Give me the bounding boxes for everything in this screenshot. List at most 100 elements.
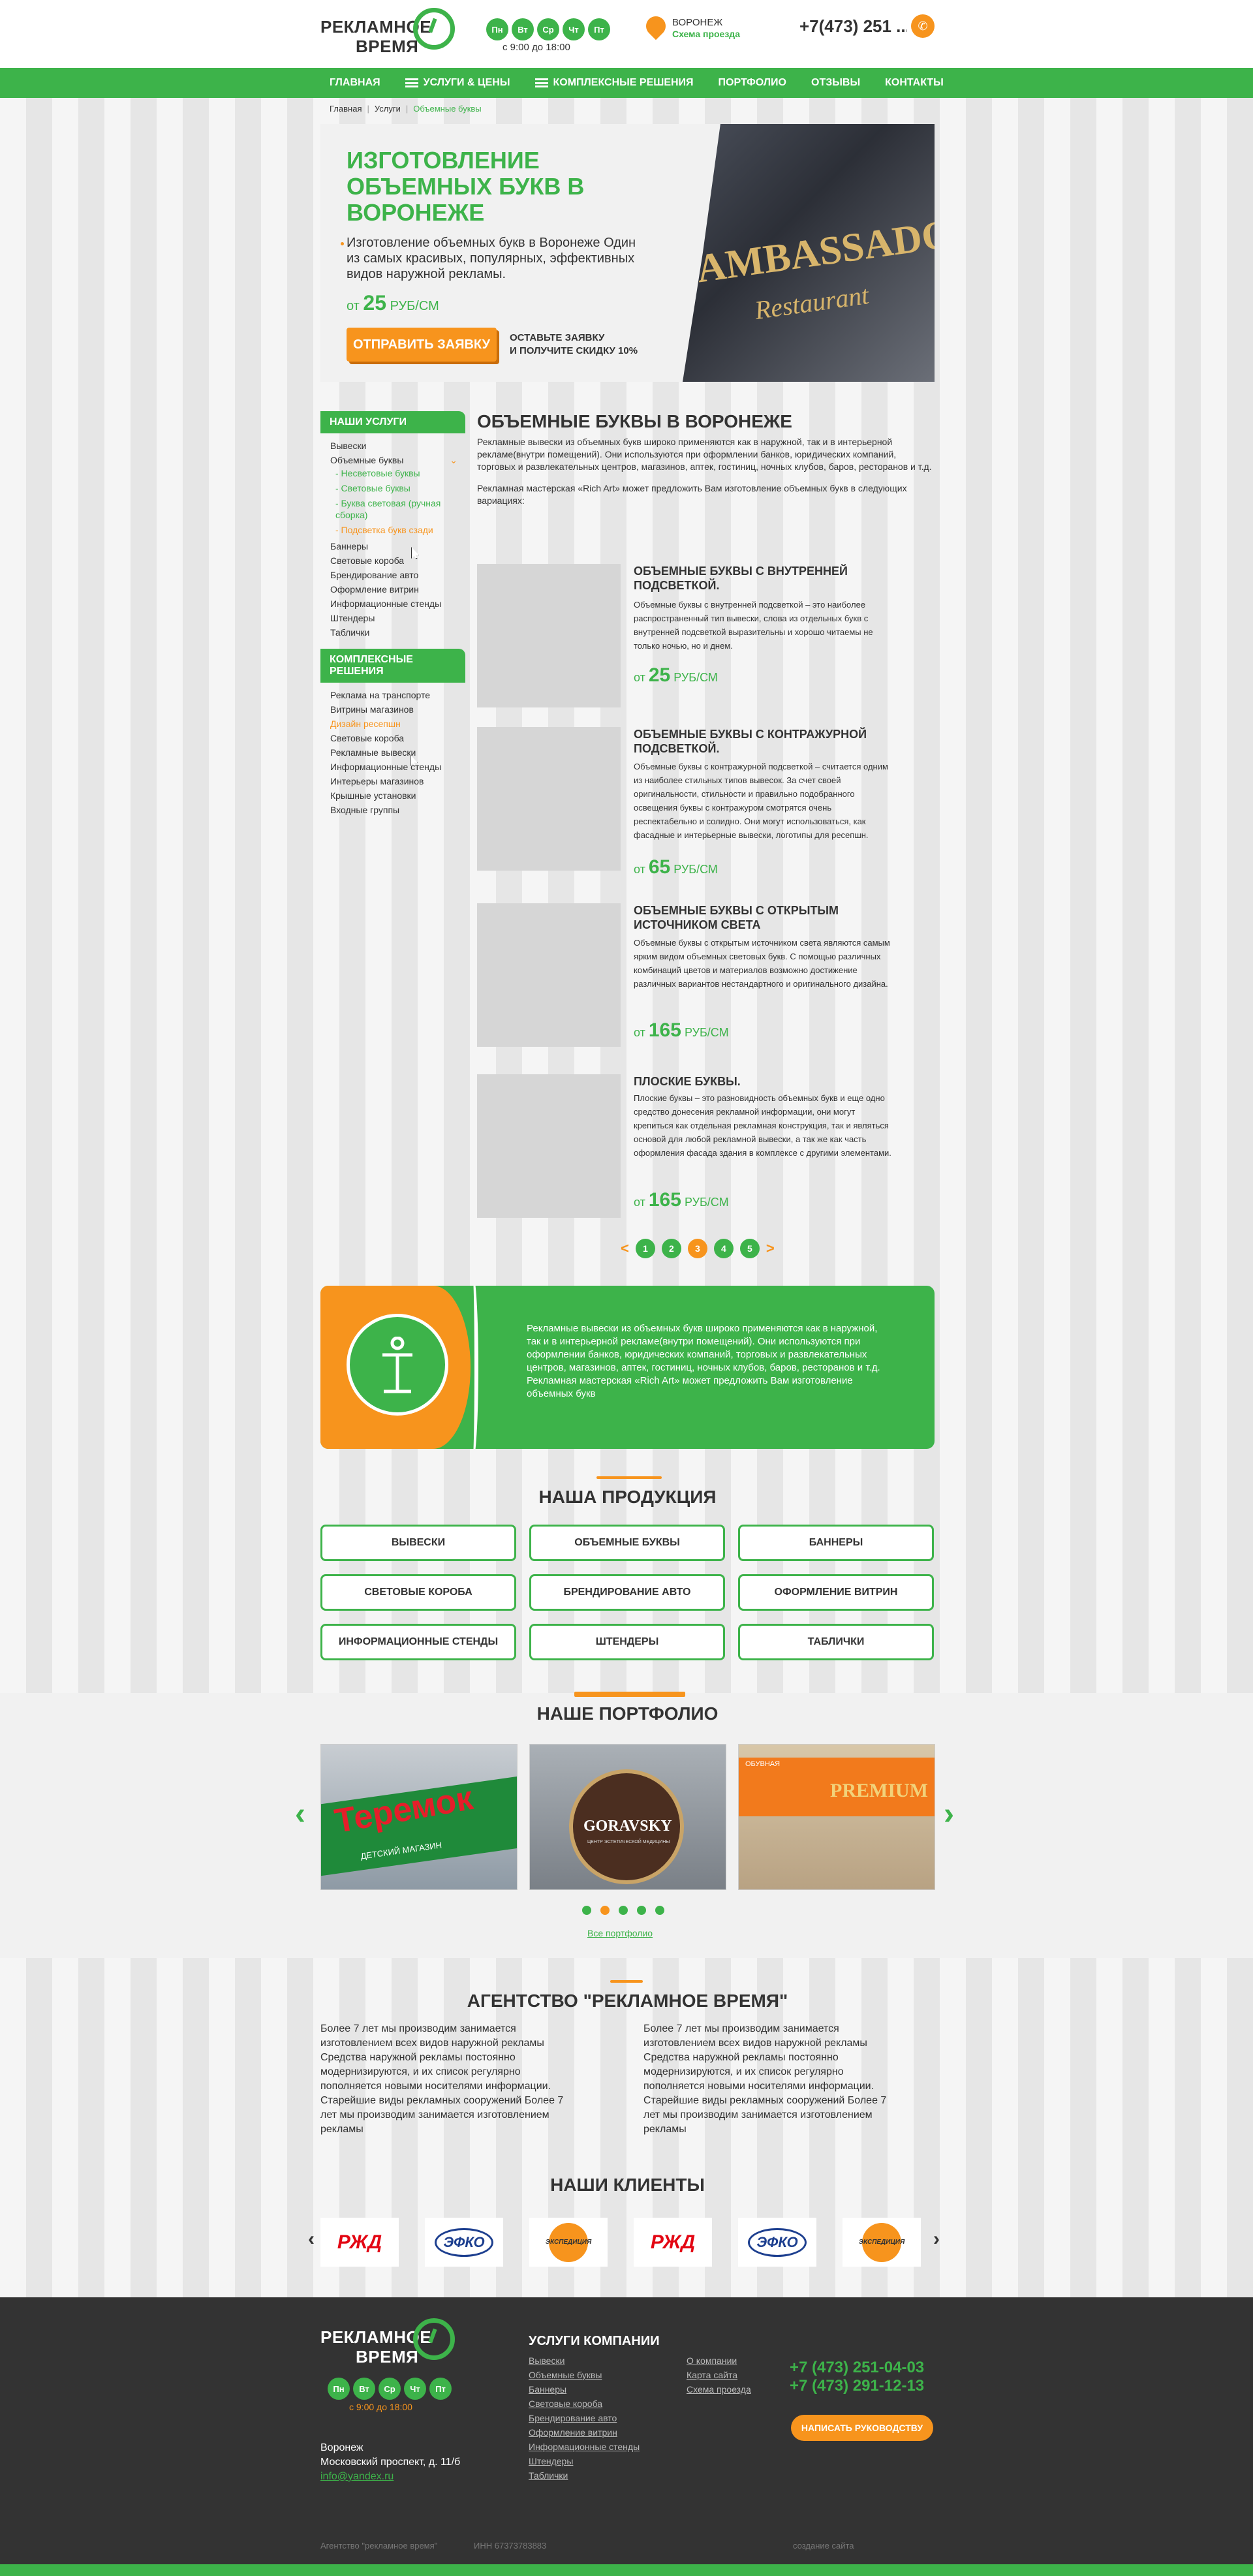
footer-link[interactable]: Штендеры: [529, 2454, 640, 2468]
nav-solutions[interactable]: КОМПЛЕКСНЫЕ РЕШЕНИЯ: [534, 77, 694, 89]
sidebar-services-title: НАШИ УСЛУГИ: [320, 411, 465, 433]
sidebar-item[interactable]: Световые короба: [330, 731, 465, 745]
product-button[interactable]: БРЕНДИРОВАНИЕ АВТО: [529, 1574, 725, 1611]
day-fri: Пт: [429, 2378, 452, 2400]
sidebar-item[interactable]: Информационные стенды: [330, 597, 465, 611]
product-button[interactable]: СВЕТОВЫЕ КОРОБА: [320, 1574, 516, 1611]
phone-icon[interactable]: ✆: [911, 14, 935, 38]
page-button[interactable]: 4: [713, 1239, 734, 1258]
pagination-prev[interactable]: <: [621, 1240, 629, 1257]
section-accent: [610, 1980, 643, 1983]
page-button-active[interactable]: 3: [687, 1239, 707, 1258]
product-price: от 65 РУБ/СМ: [634, 856, 718, 878]
portfolio-item[interactable]: GORAVSKY ЦЕНТР ЭСТЕТИЧЕСКОЙ МЕДИЦИНЫ: [529, 1744, 726, 1890]
carousel-dot[interactable]: [637, 1906, 646, 1915]
client-logo[interactable]: ЭКСПЕДИЦИЯ: [843, 2218, 921, 2267]
sidebar-item[interactable]: Входные группы: [330, 803, 465, 817]
carousel-dot[interactable]: [619, 1906, 628, 1915]
chevron-right-icon[interactable]: ›: [933, 2228, 940, 2250]
product-title: ОБЪЕМНЫЕ БУКВЫ С ОТКРЫТЫМ ИСТОЧНИКОМ СВЕ…: [634, 904, 839, 931]
cta-note: ОСТАВЬТЕ ЗАЯВКУ И ПОЛУЧИТЕ СКИДКУ 10%: [510, 332, 638, 358]
nav-reviews[interactable]: ОТЗЫВЫ: [811, 77, 860, 89]
carousel-dot[interactable]: [582, 1906, 591, 1915]
footer-phone[interactable]: +7 (473) 291-12-13: [790, 2377, 924, 2395]
footer-link[interactable]: Баннеры: [529, 2382, 640, 2397]
sidebar-item[interactable]: Вывески: [330, 439, 465, 453]
nav-services[interactable]: УСЛУГИ & ЦЕНЫ: [405, 77, 510, 89]
price-unit: РУБ/СМ: [684, 1196, 729, 1209]
product-image-placeholder: [477, 564, 621, 707]
price-value: 25: [363, 291, 386, 315]
footer-link[interactable]: О компании: [687, 2353, 751, 2368]
sidebar-item[interactable]: Оформление витрин: [330, 582, 465, 597]
footer-link[interactable]: Вывески: [529, 2353, 640, 2368]
sidebar-item[interactable]: Крышные установки: [330, 788, 465, 803]
logo[interactable]: РЕКЛАМНОЕ ВРЕМЯ: [320, 8, 471, 60]
product-button[interactable]: ВЫВЕСКИ: [320, 1525, 516, 1561]
client-logo[interactable]: РЖД: [634, 2218, 712, 2267]
sidebar-item[interactable]: Рекламные вывески: [330, 745, 465, 760]
pagination-next[interactable]: >: [766, 1240, 775, 1257]
price-from: от: [634, 863, 645, 876]
footer-dev-link[interactable]: создание сайта: [793, 2541, 854, 2551]
client-logo[interactable]: РЖД: [320, 2218, 399, 2267]
write-management-button[interactable]: НАПИСАТЬ РУКОВОДСТВУ: [791, 2415, 933, 2441]
sidebar-subitem[interactable]: - Буква световая (ручная сборка): [330, 497, 465, 521]
footer-logo[interactable]: РЕКЛАМНОЕ ВРЕМЯ: [320, 2318, 471, 2370]
sidebar-item[interactable]: Реклама на транспорте: [330, 688, 465, 702]
product-button[interactable]: БАННЕРЫ: [738, 1525, 934, 1561]
send-request-button[interactable]: ОТПРАВИТЬ ЗАЯВКУ: [347, 328, 497, 362]
client-logo[interactable]: ЭКСПЕДИЦИЯ: [529, 2218, 608, 2267]
main-nav: ГЛАВНАЯ УСЛУГИ & ЦЕНЫ КОМПЛЕКСНЫЕ РЕШЕНИ…: [0, 68, 1253, 98]
footer-link[interactable]: Схема проезда: [687, 2382, 751, 2397]
nav-portfolio[interactable]: ПОРТФОЛИО: [719, 77, 786, 89]
footer-link[interactable]: Брендирование авто: [529, 2411, 640, 2425]
footer-link[interactable]: Оформление витрин: [529, 2425, 640, 2440]
route-link[interactable]: Схема проезда: [672, 29, 740, 39]
sidebar-item[interactable]: Штендеры: [330, 611, 465, 625]
info-orange-panel: [320, 1286, 478, 1449]
sidebar-item[interactable]: Баннеры: [330, 539, 465, 553]
footer-link[interactable]: Карта сайта: [687, 2368, 751, 2382]
footer-link[interactable]: Информационные стенды: [529, 2440, 640, 2454]
sidebar-item[interactable]: Витрины магазинов: [330, 702, 465, 717]
sidebar-item[interactable]: Информационные стенды: [330, 760, 465, 774]
sidebar-item[interactable]: Брендирование авто: [330, 568, 465, 582]
page-button[interactable]: 2: [661, 1239, 681, 1258]
sidebar-item[interactable]: Интерьеры магазинов: [330, 774, 465, 788]
footer-email[interactable]: info@yandex.ru: [320, 2470, 460, 2484]
page-button[interactable]: 5: [739, 1239, 760, 1258]
sidebar-item[interactable]: Таблички: [330, 625, 465, 640]
portfolio-item[interactable]: Теремок ДЕТСКИЙ МАГАЗИН: [320, 1744, 518, 1890]
chevron-right-icon[interactable]: ›: [944, 1796, 954, 1832]
breadcrumb-services[interactable]: Услуги: [375, 104, 401, 114]
footer-link[interactable]: Световые короба: [529, 2397, 640, 2411]
sidebar-item-active[interactable]: Объемные буквы ⌄: [330, 453, 465, 467]
chevron-left-icon[interactable]: ‹: [295, 1796, 305, 1832]
footer-phone[interactable]: +7 (473) 251-04-03: [790, 2359, 924, 2377]
product-button[interactable]: ОФОРМЛЕНИЕ ВИТРИН: [738, 1574, 934, 1611]
product-button[interactable]: ШТЕНДЕРЫ: [529, 1624, 725, 1660]
page-button[interactable]: 1: [635, 1239, 655, 1258]
sidebar-subitem[interactable]: - Световые буквы: [330, 482, 465, 494]
sidebar-subitem[interactable]: - Несветовые буквы: [330, 467, 465, 479]
chevron-left-icon[interactable]: ‹: [308, 2228, 315, 2250]
nav-contacts[interactable]: КОНТАКТЫ: [885, 77, 944, 89]
carousel-dot-active[interactable]: [600, 1906, 610, 1915]
product-button[interactable]: ОБЪЕМНЫЕ БУКВЫ: [529, 1525, 725, 1561]
client-logo[interactable]: ЭФКО: [738, 2218, 816, 2267]
footer-link[interactable]: Таблички: [529, 2468, 640, 2483]
all-portfolio-link[interactable]: Все портфолио: [587, 1928, 653, 1938]
product-button[interactable]: ТАБЛИЧКИ: [738, 1624, 934, 1660]
carousel-dot[interactable]: [655, 1906, 664, 1915]
sidebar-item-hover[interactable]: Дизайн ресепшн: [330, 717, 465, 731]
footer-link[interactable]: Объемные буквы: [529, 2368, 640, 2382]
client-logo[interactable]: ЭФКО: [425, 2218, 503, 2267]
sidebar-item[interactable]: Световые короба: [330, 553, 465, 568]
portfolio-item[interactable]: ОБУВНАЯ PREMIUM: [738, 1744, 935, 1890]
header-phone[interactable]: +7(473) 251 ...: [799, 16, 907, 37]
nav-home[interactable]: ГЛАВНАЯ: [330, 77, 380, 89]
sidebar-subitem-hover[interactable]: - Подсветка букв сзади: [330, 524, 465, 536]
product-button[interactable]: ИНФОРМАЦИОННЫЕ СТЕНДЫ: [320, 1624, 516, 1660]
breadcrumb-home[interactable]: Главная: [330, 104, 362, 114]
